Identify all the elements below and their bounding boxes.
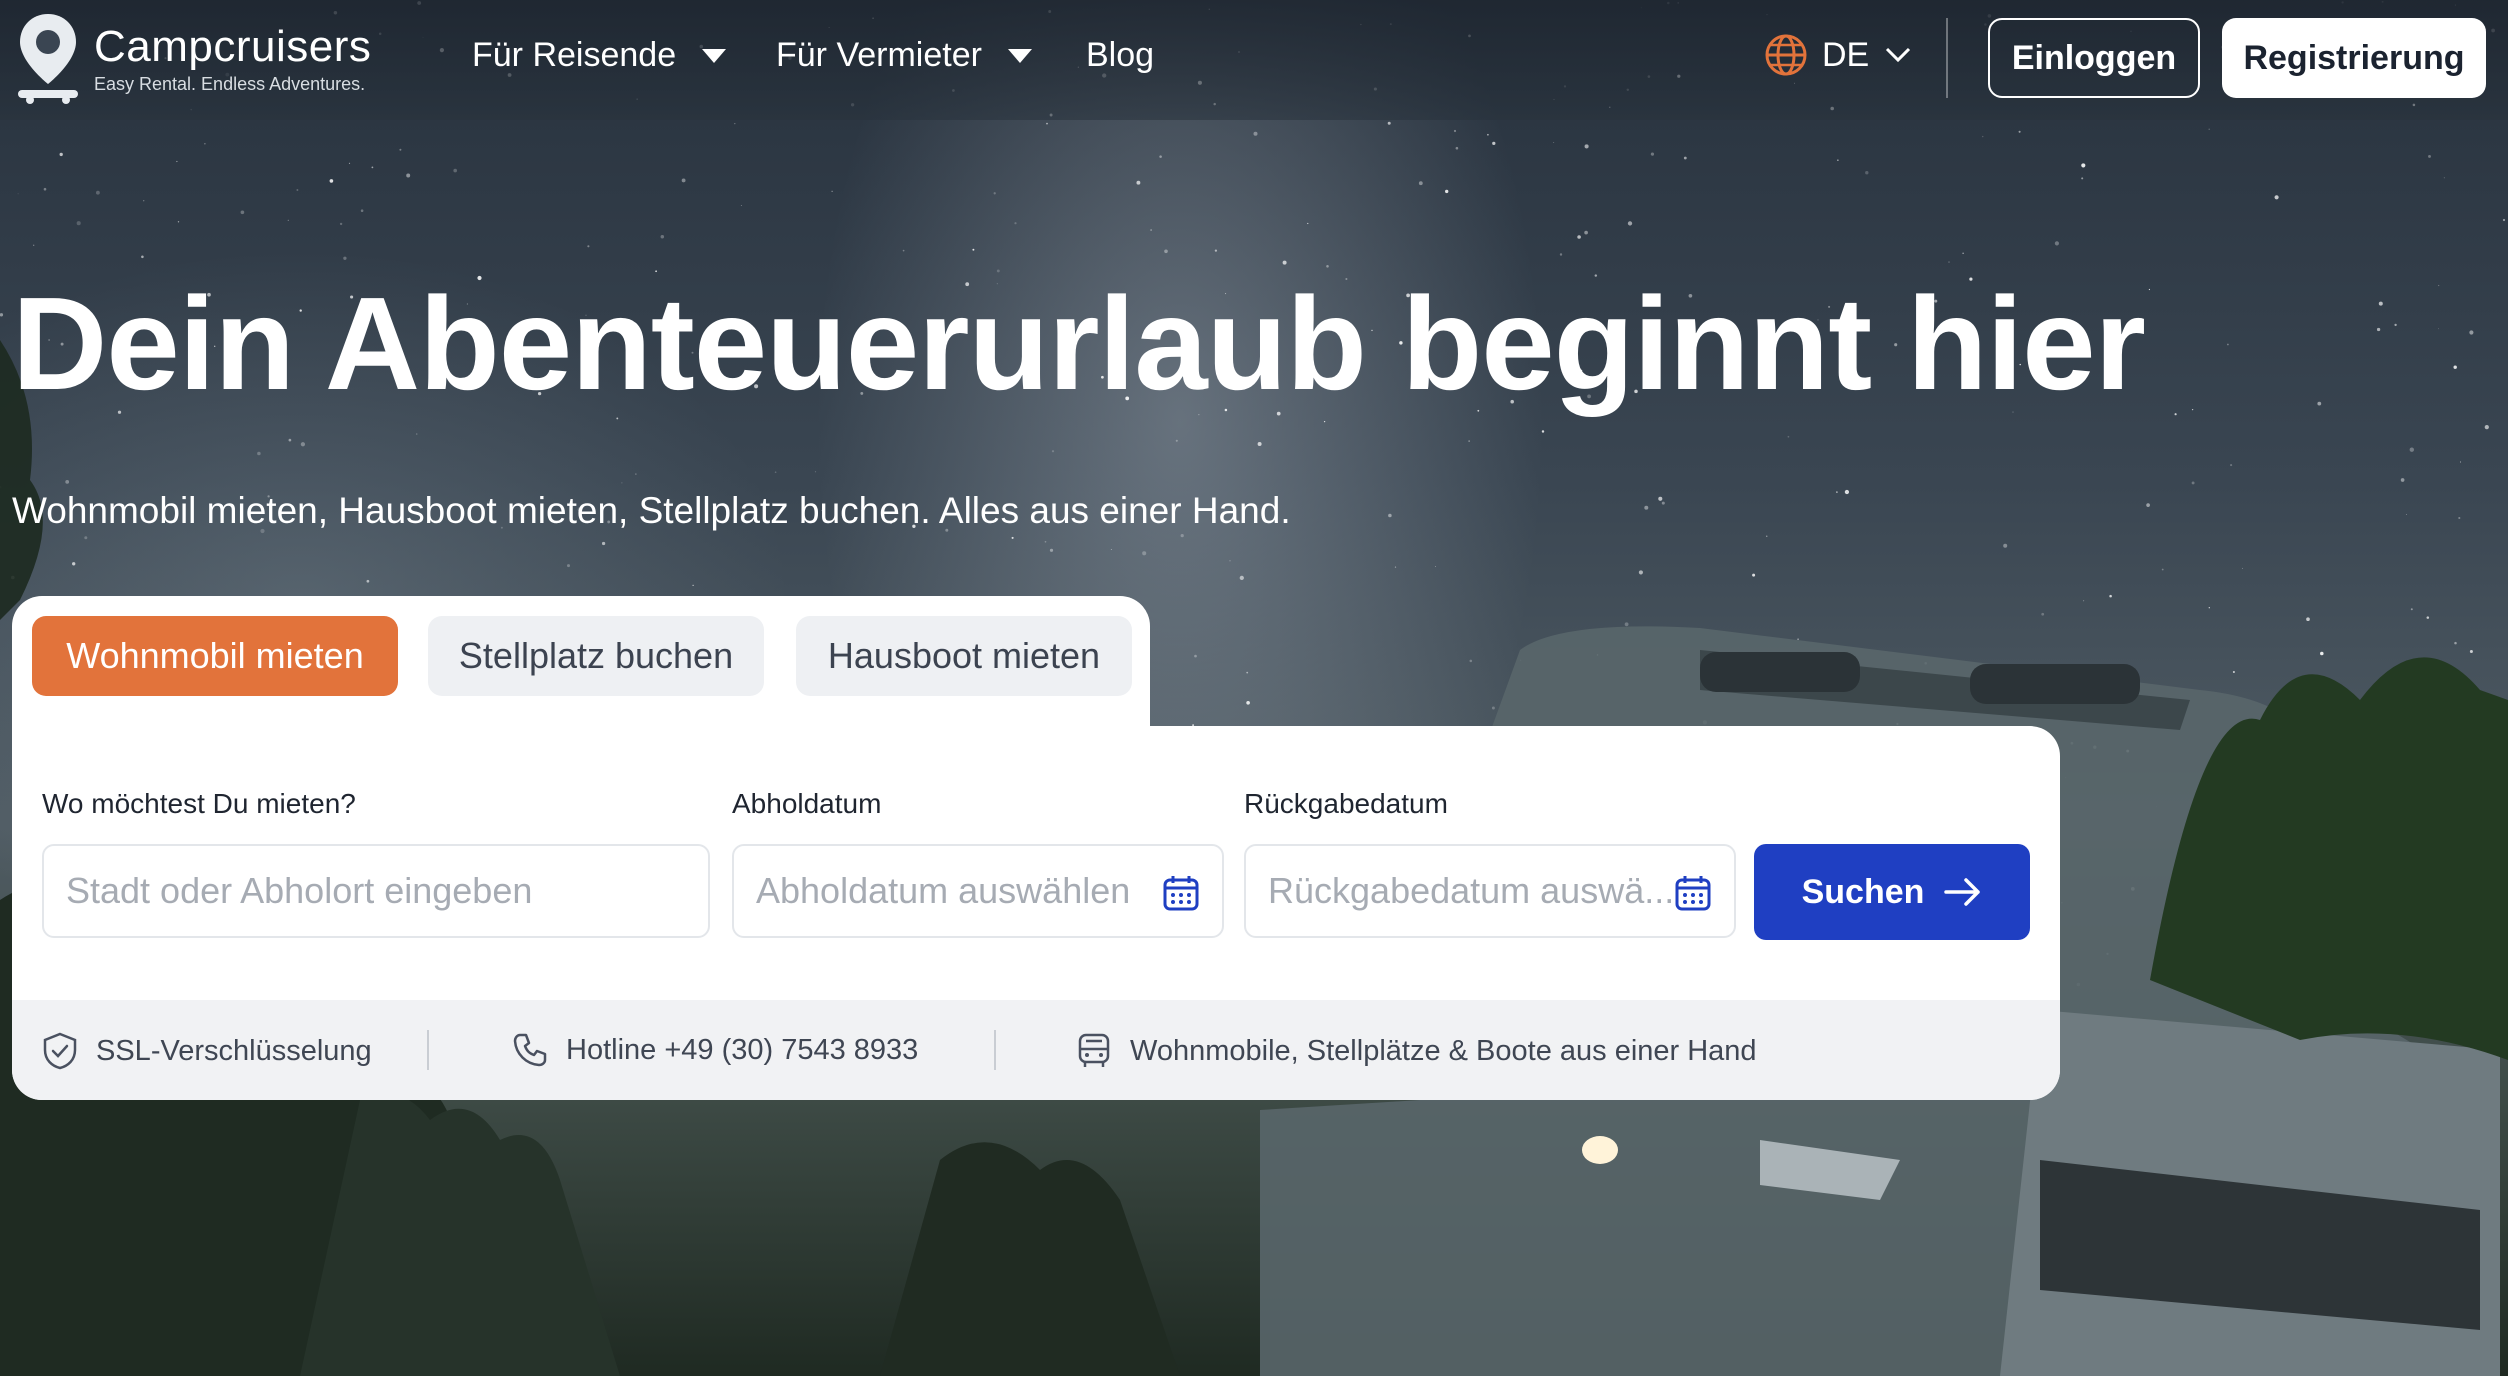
register-button[interactable]: Registrierung	[2222, 18, 2486, 98]
tab-stellplatz-buchen[interactable]: Stellplatz buchen	[428, 616, 764, 696]
trust-divider	[994, 1030, 996, 1070]
trust-bar: SSL-Verschlüsselung Hotline +49 (30) 754…	[12, 1000, 2060, 1100]
trust-item-hotline: Hotline +49 (30) 7543 8933	[512, 1032, 918, 1068]
calendar-icon[interactable]	[1162, 874, 1200, 912]
trust-item-all-in-one: Wohnmobile, Stellplätze & Boote aus eine…	[1076, 1032, 1757, 1070]
return-date-input[interactable]: Rückgabedatum auswä...	[1244, 844, 1736, 938]
trust-label: Wohnmobile, Stellplätze & Boote aus eine…	[1130, 1034, 1757, 1067]
return-date-label: Rückgabedatum	[1244, 788, 1448, 819]
shield-check-icon	[43, 1032, 77, 1070]
trust-label: Hotline +49 (30) 7543 8933	[566, 1033, 919, 1066]
caret-down-icon	[1007, 48, 1032, 63]
tab-wohnmobil-mieten[interactable]: Wohnmobil mieten	[32, 616, 398, 696]
nav-item-label: Für Vermieter	[776, 36, 982, 74]
language-code: DE	[1822, 35, 1870, 74]
search-button[interactable]: Suchen	[1754, 844, 2030, 940]
brand-name: Campcruisers	[94, 21, 372, 71]
pickup-date-input[interactable]: Abholdatum auswählen	[732, 844, 1224, 938]
nav-item-fuer-reisende[interactable]: Für Reisende	[472, 36, 727, 75]
brand-tagline: Easy Rental. Endless Adventures.	[94, 73, 366, 94]
brand-logo[interactable]: Campcruisers Easy Rental. Endless Advent…	[16, 12, 371, 104]
calendar-icon[interactable]	[1674, 874, 1712, 912]
trust-label: SSL-Verschlüsselung	[96, 1034, 372, 1067]
location-pin-logo-icon	[18, 14, 78, 104]
arrow-right-icon	[1944, 878, 1981, 906]
pickup-date-label: Abholdatum	[732, 788, 882, 819]
location-input[interactable]: Stadt oder Abholort eingeben	[42, 844, 710, 938]
trust-divider	[427, 1030, 429, 1070]
login-button[interactable]: Einloggen	[1988, 18, 2200, 98]
nav-divider	[1946, 18, 1948, 98]
nav-item-fuer-vermieter[interactable]: Für Vermieter	[776, 36, 1032, 75]
globe-icon	[1765, 34, 1807, 76]
bus-icon	[1078, 1033, 1110, 1067]
location-label: Wo möchtest Du mieten?	[42, 788, 356, 819]
search-card: Wo möchtest Du mieten? Stadt oder Abholo…	[12, 726, 2060, 1100]
tab-hausboot-mieten[interactable]: Hausboot mieten	[796, 616, 1132, 696]
return-date-placeholder: Rückgabedatum auswä...	[1268, 870, 1675, 911]
nav-item-label: Für Reisende	[472, 36, 677, 74]
hero-title: Dein Abenteuerurlaub beginnt hier	[12, 270, 2146, 417]
nav-item-label: Blog	[1086, 36, 1155, 74]
top-navbar: Campcruisers Easy Rental. Endless Advent…	[0, 0, 2508, 120]
search-button-label: Suchen	[1801, 872, 1925, 911]
location-placeholder: Stadt oder Abholort eingeben	[66, 870, 533, 911]
chevron-down-icon	[1886, 47, 1911, 63]
hero-subtitle: Wohnmobil mieten, Hausboot mieten, Stell…	[12, 490, 1291, 531]
language-selector[interactable]: DE	[1764, 33, 1911, 77]
caret-down-icon	[702, 48, 727, 63]
pickup-date-placeholder: Abholdatum auswählen	[756, 870, 1131, 911]
phone-icon	[513, 1033, 547, 1067]
trust-item-ssl: SSL-Verschlüsselung	[42, 1032, 372, 1070]
nav-item-blog[interactable]: Blog	[1086, 36, 1154, 75]
